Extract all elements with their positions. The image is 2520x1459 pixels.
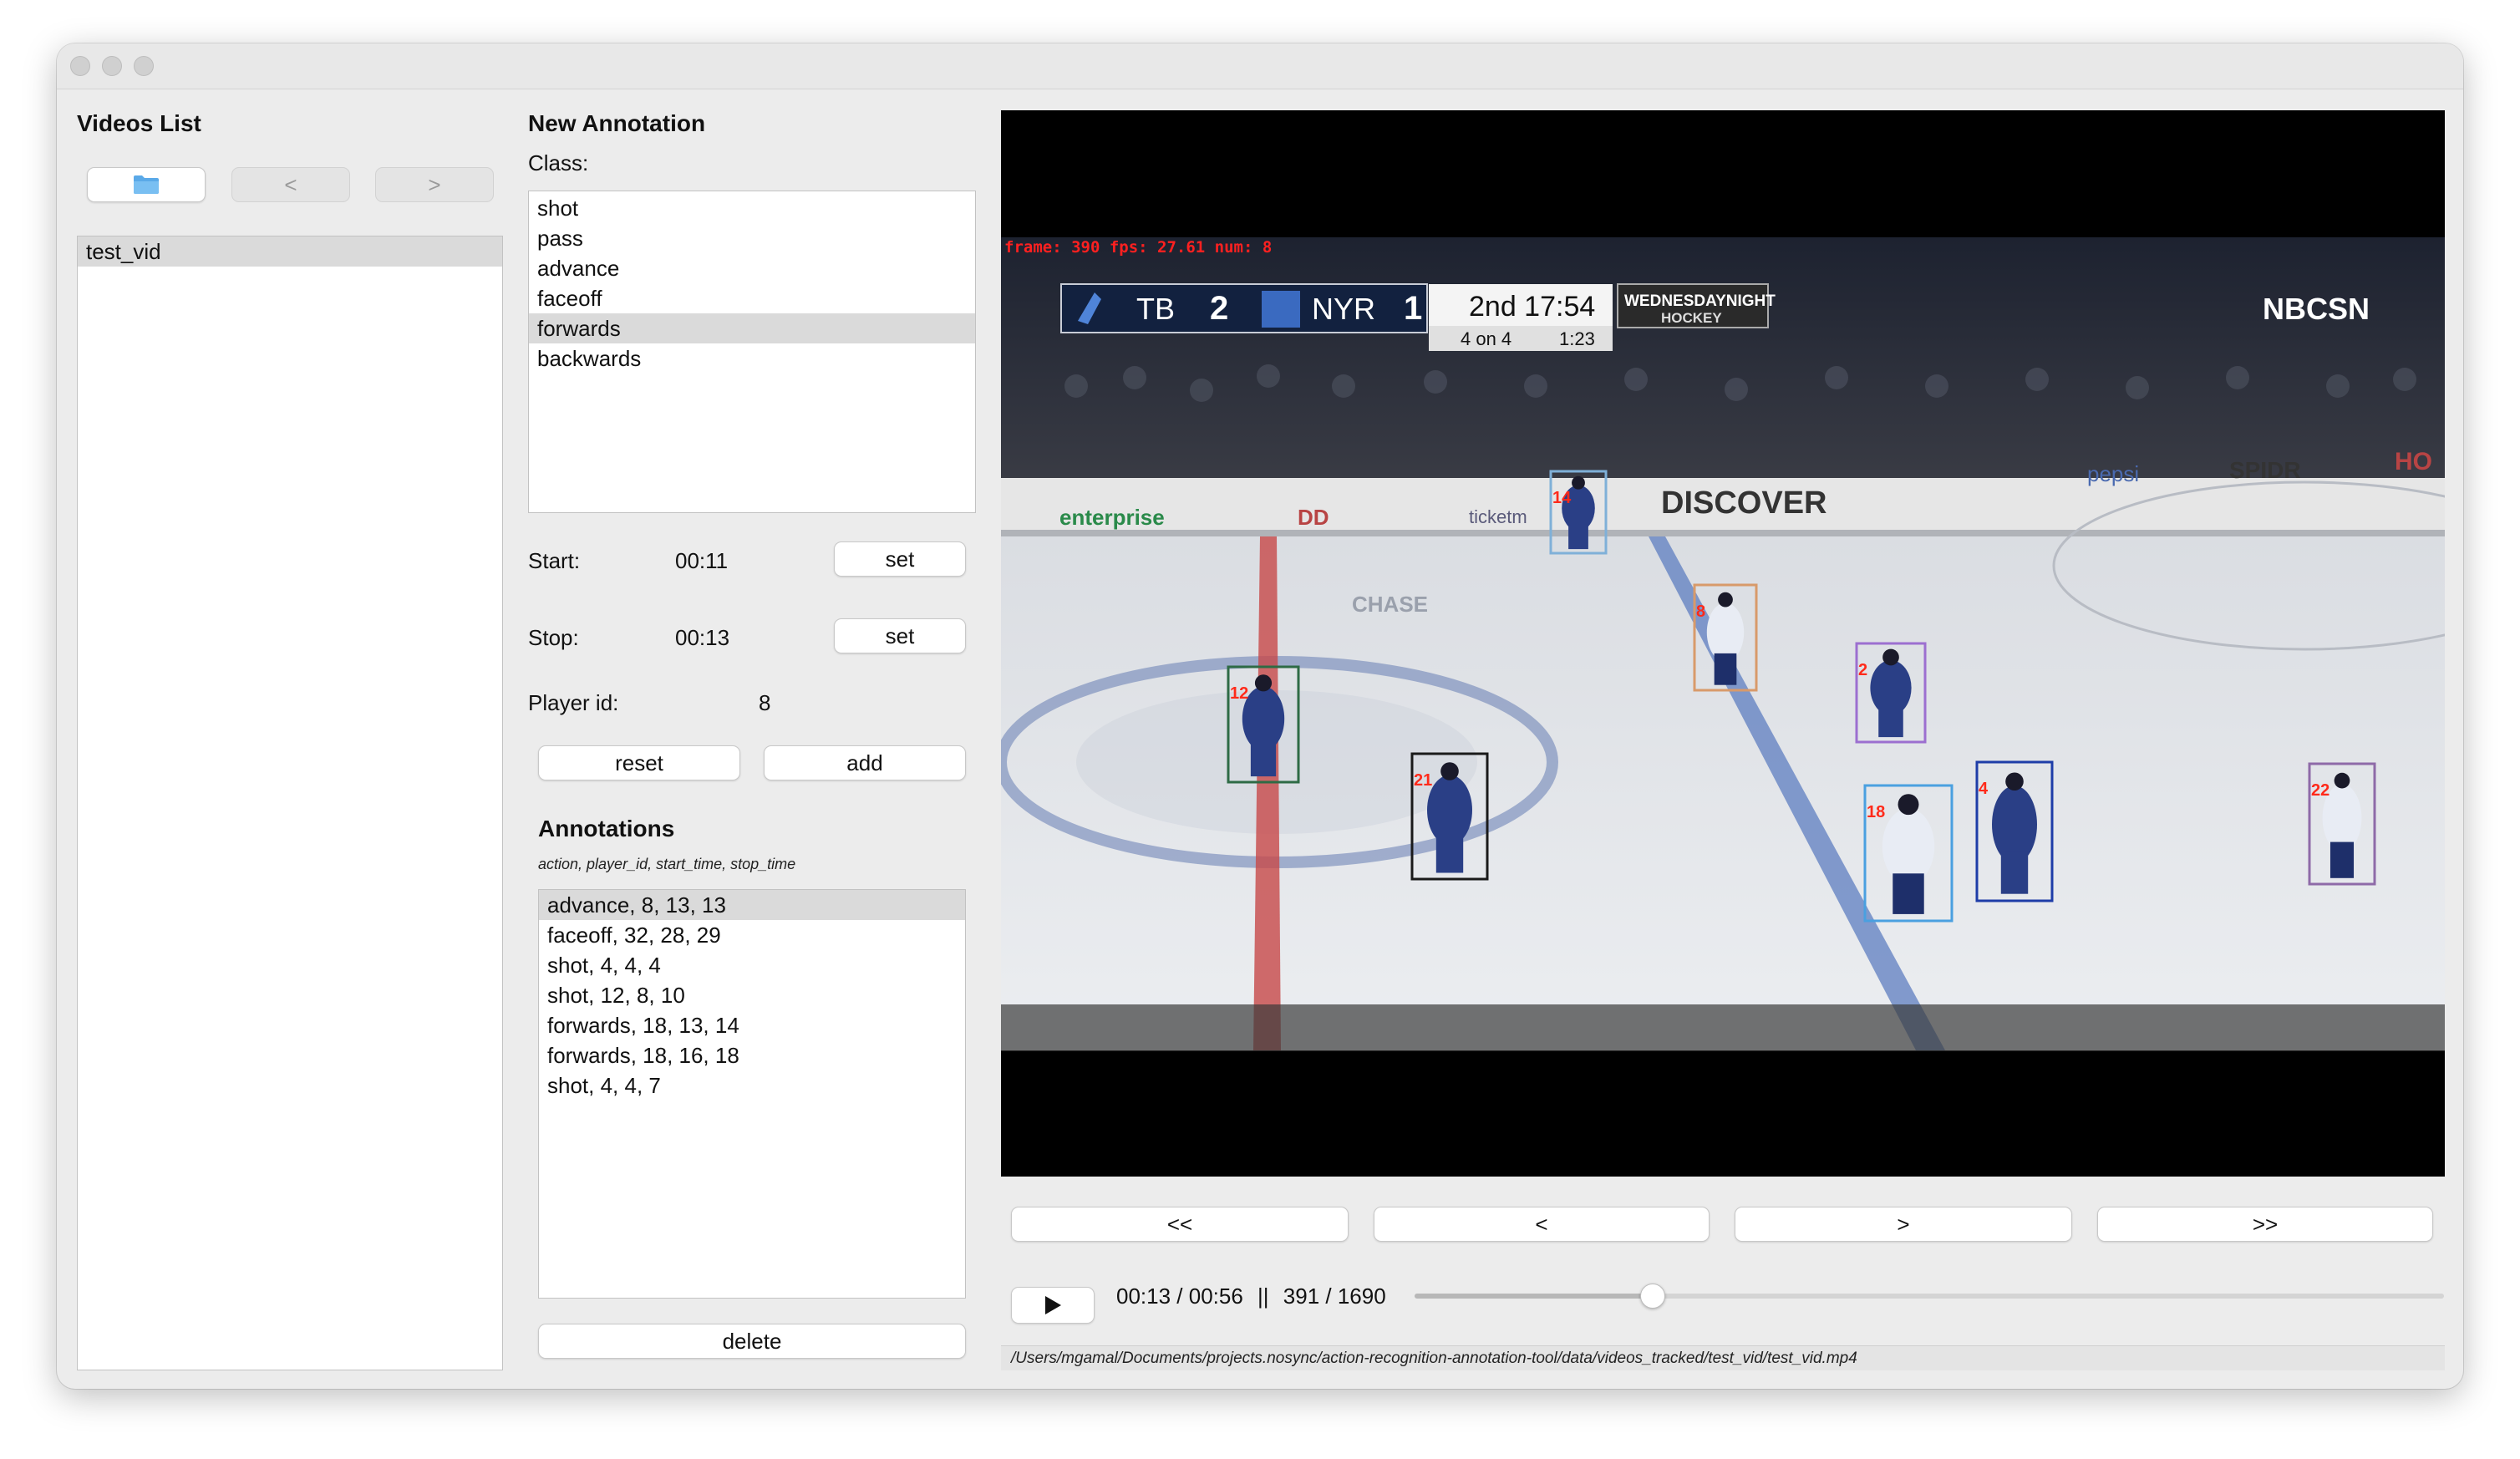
close-window-button[interactable] [70,56,90,76]
svg-text:1:23: 1:23 [1559,328,1595,349]
crowd [1001,237,2445,488]
class-list-item[interactable]: advance [529,253,975,283]
videos-list[interactable]: test_vid [77,236,503,1370]
player-id-label: 22 [2311,781,2329,800]
ad-dd: DD [1298,505,1329,530]
annotations-header: action, player_id, start_time, stop_time [538,856,796,872]
add-button[interactable]: add [764,745,966,780]
class-list[interactable]: shot pass advance faceoff forwards backwards [528,191,976,513]
ad-ticketm: ticketm [1469,506,1527,527]
svg-text:HOCKEY: HOCKEY [1661,310,1722,326]
svg-text:WEDNESDAYNIGHT: WEDNESDAYNIGHT [1624,292,1776,310]
video-list-item[interactable]: test_vid [78,236,502,267]
open-folder-button[interactable] [87,167,206,202]
class-list-item[interactable]: shot [529,193,975,223]
class-list-item[interactable]: forwards [529,313,975,343]
ad-ho: HO [2395,448,2432,475]
set-start-button[interactable]: set [834,541,966,577]
prev-video-button[interactable]: < [231,167,350,202]
prev-frame-button[interactable]: < [1374,1207,1710,1242]
start-value: 00:11 [675,548,729,573]
video-player[interactable]: enterprise DD ticketm DISCOVER pepsi SPI… [1001,110,2445,1177]
svg-text:NYR: NYR [1312,292,1375,326]
title-bar [57,43,2463,89]
zoom-window-button[interactable] [134,56,154,76]
svg-text:1: 1 [1404,290,1422,327]
file-path: /Users/mgamal/Documents/projects.nosync/… [1001,1345,2445,1370]
player-id-label: Player id: [528,690,619,715]
new-annotation-title: New Annotation [528,110,706,136]
annotation-row[interactable]: advance, 8, 13, 13 [539,890,965,920]
time-separator: || [1257,1284,1269,1309]
class-label: Class: [528,150,589,175]
ad-pepsi: pepsi [2087,461,2139,486]
svg-text:2: 2 [1210,290,1228,327]
ad-spidr: SPIDR [2229,457,2301,483]
svg-text:4 on 4: 4 on 4 [1461,328,1511,349]
rewind-button[interactable]: << [1011,1207,1349,1242]
annotation-row[interactable]: forwards, 18, 13, 14 [539,1010,965,1040]
delete-button[interactable]: delete [538,1324,966,1359]
start-label: Start: [528,548,581,573]
seek-slider-handle[interactable] [1640,1284,1666,1309]
player-id-label: 21 [1414,771,1432,790]
fast-forward-button[interactable]: >> [2097,1207,2433,1242]
ad-enterprise: enterprise [1059,505,1165,530]
reset-button[interactable]: reset [538,745,740,780]
svg-text:TB: TB [1136,292,1175,326]
annotation-row[interactable]: shot, 12, 8, 10 [539,980,965,1010]
annotation-row[interactable]: shot, 4, 4, 7 [539,1070,965,1101]
folder-icon [134,175,159,194]
svg-text:2nd 17:54: 2nd 17:54 [1469,291,1595,323]
annotation-row[interactable]: shot, 4, 4, 4 [539,950,965,980]
player-id-label: 8 [1696,602,1705,621]
minimize-window-button[interactable] [102,56,122,76]
time-display: 00:13 / 00:56 || 391 / 1690 [1116,1284,1386,1309]
set-stop-button[interactable]: set [834,618,966,653]
player-id-label: 18 [1867,803,1885,821]
stop-value: 00:13 [675,625,730,650]
class-list-item[interactable]: pass [529,223,975,253]
video-frame: enterprise DD ticketm DISCOVER pepsi SPI… [1001,110,2445,1177]
network-logo: NBCSN [2263,292,2370,326]
annotation-row[interactable]: forwards, 18, 16, 18 [539,1040,965,1070]
ad-chase: CHASE [1352,592,1428,617]
frame-text: 391 / 1690 [1283,1284,1386,1309]
stop-label: Stop: [528,625,579,650]
player-id-label: 4 [1979,780,1989,798]
app-window: Videos List < > test_vid New Annotation … [57,43,2463,1389]
seek-slider-fill [1415,1294,1654,1299]
ad-discover: DISCOVER [1661,485,1826,521]
class-list-item[interactable]: backwards [529,343,975,374]
next-frame-button[interactable]: > [1735,1207,2072,1242]
tracking-overlay-text: frame: 390 fps: 27.61 num: 8 [1004,238,1272,257]
annotations-list[interactable]: advance, 8, 13, 13 faceoff, 32, 28, 29 sho… [538,889,966,1299]
player-id-label: 2 [1858,661,1867,679]
next-video-button[interactable]: > [375,167,494,202]
videos-list-title: Videos List [77,110,201,136]
annotation-row[interactable]: faceoff, 32, 28, 29 [539,920,965,950]
play-icon [1045,1296,1061,1314]
class-list-item[interactable]: faceoff [529,283,975,313]
player-id-value[interactable]: 8 [759,690,770,716]
play-button[interactable] [1011,1287,1095,1324]
rangers-logo-icon [1262,291,1300,328]
time-text: 00:13 / 00:56 [1116,1284,1243,1309]
player-id-label: 14 [1552,489,1572,507]
player-id-label: 12 [1230,684,1248,703]
annotations-title: Annotations [538,816,675,841]
